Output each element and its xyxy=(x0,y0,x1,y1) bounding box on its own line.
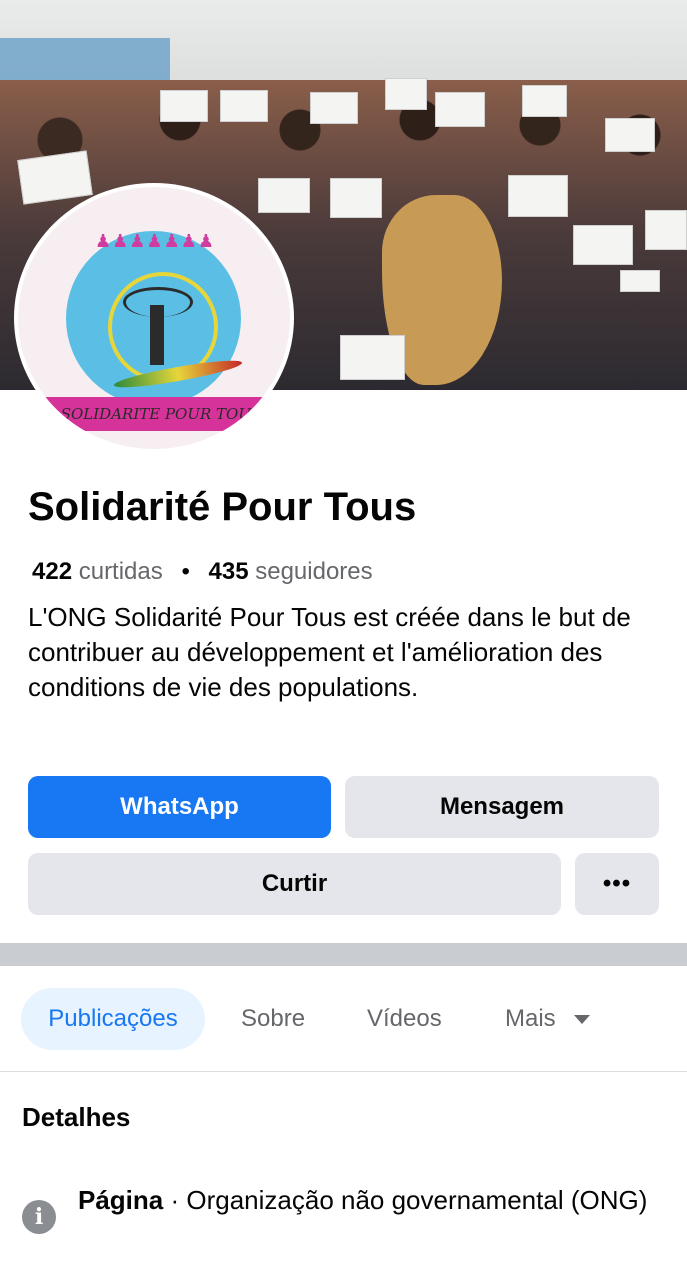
followers-count: 435 xyxy=(208,558,249,585)
logo-tree-icon xyxy=(150,305,164,365)
cover-certificate xyxy=(310,92,358,124)
like-button[interactable]: Curtir xyxy=(28,853,561,915)
cover-certificate xyxy=(605,118,655,152)
tab-more[interactable]: Mais xyxy=(505,988,590,1050)
info-circle-icon: i xyxy=(22,1200,56,1234)
page-stats: 422 curtidas • 435 seguidores xyxy=(32,558,373,586)
tab-videos-label: Vídeos xyxy=(367,1005,442,1032)
cover-certificate xyxy=(340,335,405,380)
whatsapp-button-label: WhatsApp xyxy=(120,793,239,820)
cover-certificate xyxy=(385,78,427,110)
cover-certificate xyxy=(435,92,485,127)
cover-certificate xyxy=(160,90,208,122)
cover-certificate xyxy=(330,178,382,218)
page-category: Página · Organização não governamental (… xyxy=(78,1183,668,1218)
message-button-label: Mensagem xyxy=(439,793,565,820)
page-title: Solidarité Pour Tous xyxy=(28,485,417,529)
more-options-button[interactable]: ••• xyxy=(575,853,659,915)
whatsapp-button[interactable]: WhatsApp xyxy=(28,776,331,838)
likes-label: curtidas xyxy=(78,558,163,585)
category-value: · Organização não governamental (ONG) xyxy=(163,1185,648,1215)
tab-about-label: Sobre xyxy=(241,1005,306,1032)
page-tabs: Publicações Sobre Vídeos Mais xyxy=(0,988,687,1050)
like-button-label: Curtir xyxy=(261,870,328,897)
cover-certificate xyxy=(258,178,310,213)
cover-certificate xyxy=(220,90,268,122)
likes-count: 422 xyxy=(32,558,73,585)
followers-label: seguidores xyxy=(255,558,373,585)
details-heading: Detalhes xyxy=(22,1102,131,1132)
more-horizontal-icon: ••• xyxy=(602,870,632,897)
cover-certificate xyxy=(17,150,93,205)
category-label: Página xyxy=(78,1185,164,1215)
cover-certificate xyxy=(620,270,660,292)
tab-posts[interactable]: Publicações xyxy=(21,988,205,1050)
cover-certificate xyxy=(508,175,568,217)
message-button[interactable]: Mensagem xyxy=(345,776,659,838)
caret-down-icon xyxy=(573,1014,590,1024)
tab-posts-label: Publicações xyxy=(48,1005,178,1032)
cover-certificate xyxy=(645,210,687,250)
page-description: L'ONG Solidarité Pour Tous est créée dan… xyxy=(28,602,631,702)
tab-about[interactable]: Sobre xyxy=(241,988,305,1050)
section-separator xyxy=(0,943,687,966)
logo-ribbon: SOLIDARITE POUR TOUS xyxy=(46,397,276,431)
cover-certificate xyxy=(573,225,633,265)
profile-avatar[interactable]: ♟♟♟♟♟♟♟ SOLIDARITE POUR TOUS xyxy=(14,183,294,453)
tab-more-label: Mais xyxy=(505,1005,556,1032)
tab-videos[interactable]: Vídeos xyxy=(367,988,442,1050)
cover-certificate xyxy=(522,85,567,117)
stats-separator: • xyxy=(181,558,190,585)
logo-people-icon: ♟♟♟♟♟♟♟ xyxy=(95,231,215,251)
tabs-divider xyxy=(0,1071,687,1072)
